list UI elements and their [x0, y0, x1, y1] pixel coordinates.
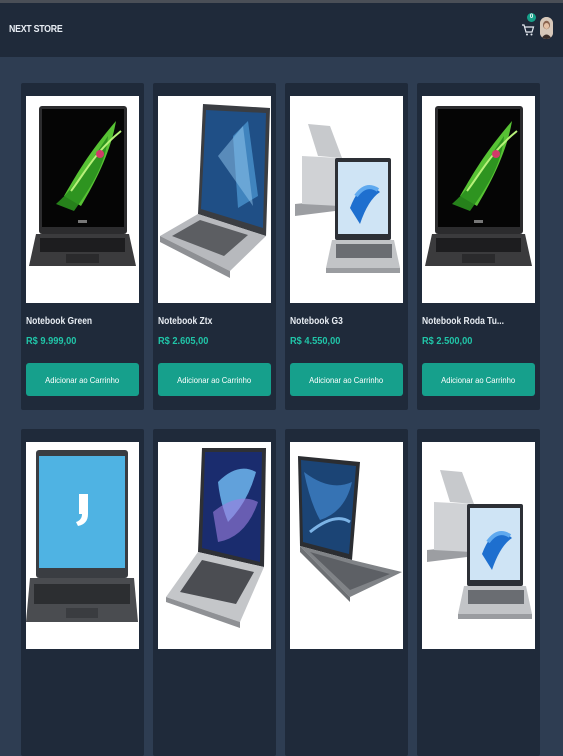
product-image[interactable] — [26, 96, 139, 303]
add-to-cart-label: Adicionar ao Carrinho — [177, 374, 252, 385]
product-card — [285, 429, 408, 756]
product-image[interactable] — [158, 442, 271, 649]
add-to-cart-button[interactable]: Adicionar ao Carrinho — [158, 363, 271, 396]
product-name[interactable]: Notebook Ztx — [158, 316, 212, 327]
add-to-cart-button[interactable]: Adicionar ao Carrinho — [422, 363, 535, 396]
product-card — [417, 429, 540, 756]
brand-logo[interactable]: NEXT STORE — [9, 24, 63, 35]
product-image[interactable] — [158, 96, 271, 303]
product-price: R$ 9.999,00 — [26, 335, 77, 347]
add-to-cart-button[interactable]: Adicionar ao Carrinho — [26, 363, 139, 396]
add-to-cart-label: Adicionar ao Carrinho — [309, 374, 384, 385]
product-card: Notebook G3 R$ 4.550,00 Adicionar ao Car… — [285, 83, 408, 410]
add-to-cart-button[interactable]: Adicionar ao Carrinho — [290, 363, 403, 396]
user-avatar[interactable] — [540, 17, 553, 39]
add-to-cart-label: Adicionar ao Carrinho — [45, 374, 120, 385]
navbar: NEXT STORE — [0, 3, 563, 57]
product-name[interactable]: Notebook Green — [26, 316, 92, 327]
product-card: Notebook Roda Tu... R$ 2.500,00 Adiciona… — [417, 83, 540, 410]
cart-count-badge: 0 — [527, 13, 536, 22]
product-name[interactable]: Notebook Roda Tu... — [422, 316, 504, 327]
product-image[interactable] — [422, 96, 535, 303]
product-price: R$ 2.605,00 — [158, 335, 209, 347]
product-price: R$ 4.550,00 — [290, 335, 341, 347]
cart-icon[interactable] — [520, 20, 536, 38]
product-card: Notebook Ztx R$ 2.605,00 Adicionar ao Ca… — [153, 83, 276, 410]
product-image[interactable] — [26, 442, 139, 649]
product-card — [153, 429, 276, 756]
product-price: R$ 2.500,00 — [422, 335, 473, 347]
product-image[interactable] — [290, 96, 403, 303]
product-card: Notebook Green R$ 9.999,00 Adicionar ao … — [21, 83, 144, 410]
product-image[interactable] — [422, 442, 535, 649]
product-image[interactable] — [290, 442, 403, 649]
product-card — [21, 429, 144, 756]
add-to-cart-label: Adicionar ao Carrinho — [441, 374, 516, 385]
product-name[interactable]: Notebook G3 — [290, 316, 343, 327]
